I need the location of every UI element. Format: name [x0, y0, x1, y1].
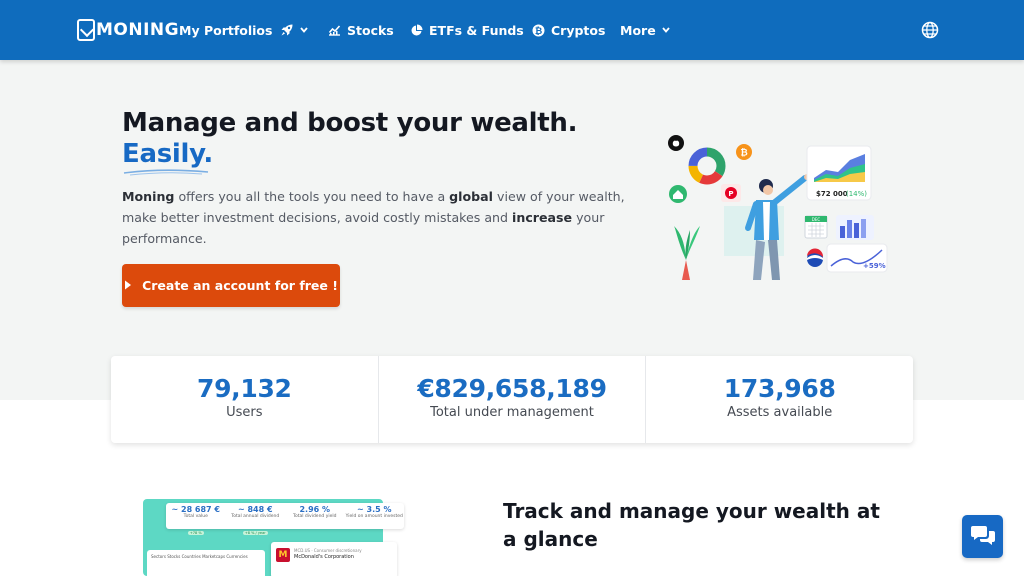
moning-logo[interactable]: MONING [77, 17, 179, 43]
mockup-cell: ~ 3.5 % Yield on amount invested [345, 503, 405, 529]
bitcoin-icon: ₿ [736, 144, 752, 160]
mockup-cell-label: Yield on amount invested [345, 514, 403, 519]
nav-my-portfolios[interactable]: My Portfolios [179, 20, 272, 40]
mockup-cell-chip: +8 % / year [242, 531, 268, 535]
hero-illustration: ₿ P $72 000 (14%) DEC +59% [668, 135, 888, 280]
hero-description: Moning offers you all the tools you need… [122, 186, 627, 249]
nav-item-label: My Portfolios [179, 22, 273, 38]
nav-item-label: Cryptos [551, 22, 606, 38]
mockup-tabs: Sectors Stocks Countries Marketcaps Curr… [151, 554, 248, 559]
svg-text:P: P [728, 190, 733, 198]
mockup-cell-value: ~ 3.5 % [357, 505, 392, 514]
top-navbar: MONING My Portfolios Stocks ETFs & Funds… [0, 0, 1024, 60]
lead-bold-1: global [449, 189, 493, 204]
nav-rocket-dropdown[interactable] [280, 20, 308, 40]
mockup-cell-value: 2.96 % [299, 505, 331, 514]
stat-label: Users [226, 405, 263, 420]
home-icon [669, 185, 687, 203]
mockup-cell-label: Total value [183, 514, 208, 519]
pie-chart-icon [410, 24, 423, 37]
mockup-cell-value: ~ 28 687 € [171, 505, 220, 514]
nav-item-label: Stocks [347, 22, 394, 38]
lead-text-1: offers you all the tools you need to hav… [174, 189, 450, 204]
stat-label: Assets available [727, 405, 833, 420]
stat-label: Total under management [430, 405, 594, 420]
rocket-icon [280, 23, 294, 37]
pinterest-icon: P [721, 184, 741, 202]
portfolio-value-card: $72 000 (14%) [806, 145, 872, 201]
hero-title-accent: Easily. [122, 139, 213, 169]
mockup-cell: ~ 848 € Total annual dividend +8 % / yea… [226, 503, 286, 535]
mockup-allocation-panel: Sectors Stocks Countries Marketcaps Curr… [147, 550, 265, 576]
svg-text:₿: ₿ [535, 25, 542, 36]
stat-total-under-management: €829,658,189 Total under management [379, 356, 647, 443]
stat-value: €829,658,189 [417, 374, 607, 403]
hero-title: Manage and boost your wealth. [122, 108, 578, 138]
mockup-cell: ~ 28 687 € Total value +78 % [166, 503, 226, 535]
stat-value: 79,132 [196, 374, 292, 403]
nav-item-label: More [620, 22, 656, 38]
create-account-button[interactable]: Create an account for free ! [122, 264, 340, 307]
chat-bubbles-icon [970, 524, 995, 550]
bar-chart-icon [836, 215, 874, 240]
lead-bold-2: increase [512, 210, 573, 225]
growth-card: +59% [826, 243, 888, 273]
brand-name: Moning [122, 189, 175, 204]
mockup-cell: 2.96 % Total dividend yield [285, 503, 345, 529]
nav-cryptos[interactable]: ₿ Cryptos [532, 20, 605, 40]
stat-users: 79,132 Users [111, 356, 379, 443]
bitcoin-icon: ₿ [532, 24, 545, 37]
play-icon [124, 278, 132, 293]
mockup-stock-name: McDonald's Corporation [294, 554, 354, 560]
create-account-label: Create an account for free ! [142, 278, 338, 293]
nav-more-dropdown[interactable]: More [620, 20, 670, 40]
globe-icon[interactable] [921, 21, 939, 39]
svg-text:₿: ₿ [740, 148, 747, 159]
plant-illustration [674, 226, 700, 280]
nav-stocks[interactable]: Stocks [328, 20, 394, 40]
apple-icon [668, 135, 684, 151]
calendar-icon: DEC [804, 215, 828, 239]
growth-label: +59% [863, 262, 886, 270]
donut-chart-icon [688, 147, 726, 185]
mockup-summary-row: ~ 28 687 € Total value +78 % ~ 848 € Tot… [166, 503, 405, 535]
portfolio-change-text: (14%) [846, 190, 867, 198]
dashboard-mockup: ~ 28 687 € Total value +78 % ~ 848 € Tot… [143, 498, 405, 576]
portfolio-value-text: $72 000 [816, 190, 848, 198]
nav-etfs-funds[interactable]: ETFs & Funds [410, 20, 524, 40]
stat-value: 173,968 [723, 374, 836, 403]
stat-assets-available: 173,968 Assets available [646, 356, 913, 443]
mockup-cell-label: Total dividend yield [292, 514, 337, 519]
chat-button[interactable] [962, 515, 1003, 558]
mockup-cell-label: Total annual dividend [231, 514, 280, 519]
chevron-down-icon [300, 27, 308, 33]
chevron-down-icon [661, 27, 670, 33]
moning-logo-icon [77, 19, 95, 41]
underline-swoosh [123, 169, 209, 176]
mockup-stock-ticker: MCD.US · Consumer discretionary [294, 548, 362, 553]
mcdonalds-logo-icon: M [276, 548, 290, 562]
nav-item-label: ETFs & Funds [429, 22, 524, 38]
mockup-cell-chip: +78 % [187, 531, 204, 535]
logo-text: MONING [96, 20, 180, 40]
stats-card: 79,132 Users €829,658,189 Total under ma… [111, 356, 913, 443]
section-title: Track and manage your wealth at a glance [503, 499, 880, 551]
mockup-cell-value: ~ 848 € [237, 505, 273, 514]
stocks-chart-icon [328, 24, 341, 36]
pepsi-icon [807, 248, 824, 267]
calendar-label: DEC [812, 217, 821, 222]
mockup-stock-card: M MCD.US · Consumer discretionary McDona… [271, 542, 397, 576]
